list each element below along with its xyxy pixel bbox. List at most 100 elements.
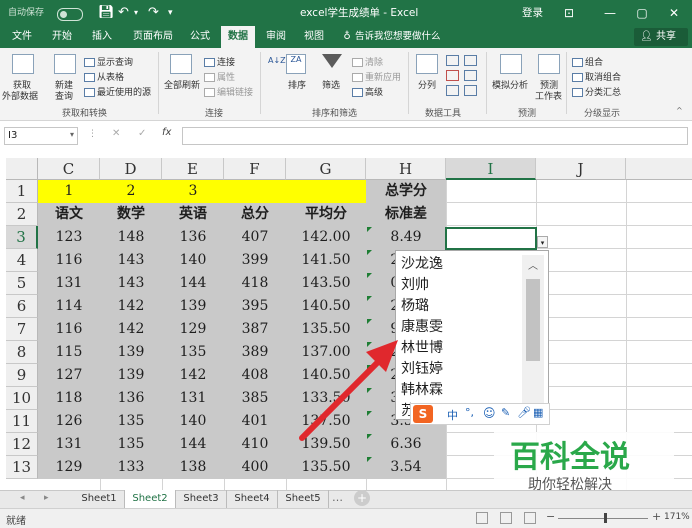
zoom-slider-thumb[interactable] bbox=[604, 513, 607, 523]
page-layout-view-icon[interactable] bbox=[500, 512, 512, 524]
login-link[interactable]: 登录 bbox=[522, 0, 543, 26]
minimize-button[interactable]: — bbox=[594, 0, 626, 26]
cell[interactable]: 400 bbox=[224, 456, 286, 479]
zoom-level[interactable]: 171% bbox=[664, 512, 690, 522]
column-header-c[interactable]: C bbox=[38, 158, 100, 180]
selected-cell-i3[interactable] bbox=[445, 227, 537, 250]
show-query-button[interactable]: 显示查询 bbox=[84, 55, 133, 68]
cell[interactable]: 389 bbox=[224, 341, 286, 364]
name-box[interactable]: I3 ▾ bbox=[4, 127, 78, 145]
cell[interactable]: 139 bbox=[100, 364, 162, 387]
formula-input[interactable] bbox=[182, 127, 688, 145]
cell[interactable]: 114 bbox=[38, 295, 100, 318]
emoji-icon[interactable]: ☺ bbox=[483, 406, 496, 420]
toolbox-icon[interactable]: ▦ bbox=[533, 406, 543, 419]
data-model-icon[interactable] bbox=[464, 85, 477, 96]
column-header-d[interactable]: D bbox=[100, 158, 162, 180]
row-header[interactable]: 4 bbox=[6, 249, 38, 272]
dropdown-item[interactable]: 杨璐 bbox=[401, 295, 429, 315]
pen-icon[interactable]: ✎ bbox=[501, 406, 510, 419]
error-indicator-icon[interactable] bbox=[367, 250, 372, 255]
properties-button[interactable]: 属性 bbox=[204, 70, 235, 83]
cell[interactable]: 407 bbox=[224, 226, 286, 249]
more-sheets-icon[interactable]: … bbox=[332, 491, 343, 504]
column-header-e[interactable]: E bbox=[162, 158, 224, 180]
cell[interactable]: 116 bbox=[38, 318, 100, 341]
recent-sources-button[interactable]: 最近使用的源 bbox=[84, 85, 151, 98]
cell[interactable]: 123 bbox=[38, 226, 100, 249]
sheet-tab-sheet5[interactable]: Sheet5 bbox=[278, 490, 329, 508]
cell[interactable]: 133 bbox=[100, 456, 162, 479]
cell[interactable]: 131 bbox=[38, 433, 100, 456]
ime-toolbar[interactable]: S 中 °, ☺ ✎ 🎤︎ ▦ bbox=[410, 403, 550, 425]
column-header-k[interactable] bbox=[626, 158, 692, 180]
cell[interactable]: 115 bbox=[38, 341, 100, 364]
row-header[interactable]: 7 bbox=[6, 318, 38, 341]
cell[interactable]: 数学 bbox=[100, 203, 162, 226]
tab-data[interactable]: 数据 bbox=[221, 26, 255, 48]
cell[interactable]: 144 bbox=[162, 433, 224, 456]
row-header[interactable]: 2 bbox=[6, 203, 38, 226]
sheet-tab-sheet1[interactable]: Sheet1 bbox=[74, 490, 125, 508]
cell[interactable]: 8.49 bbox=[366, 226, 446, 249]
punctuation-icon[interactable]: °, bbox=[465, 406, 474, 419]
error-indicator-icon[interactable] bbox=[367, 296, 372, 301]
insert-function-icon[interactable]: fx bbox=[162, 127, 171, 138]
cell[interactable]: 395 bbox=[224, 295, 286, 318]
select-all-corner[interactable] bbox=[6, 158, 38, 180]
zoom-in-button[interactable]: + bbox=[652, 510, 661, 523]
cell[interactable]: 136 bbox=[162, 226, 224, 249]
cell[interactable]: 144 bbox=[162, 272, 224, 295]
row-header[interactable]: 3 bbox=[6, 226, 38, 249]
cell[interactable]: 平均分 bbox=[286, 203, 366, 226]
cell[interactable]: 143 bbox=[100, 272, 162, 295]
cell[interactable]: 129 bbox=[38, 456, 100, 479]
cell[interactable]: 408 bbox=[224, 364, 286, 387]
row-header[interactable]: 13 bbox=[6, 456, 38, 479]
cell[interactable]: 140.50 bbox=[286, 295, 366, 318]
cell[interactable]: 3 bbox=[162, 180, 224, 203]
scroll-tabs-right-icon[interactable]: ▸ bbox=[44, 493, 49, 503]
connections-button[interactable]: 连接 bbox=[204, 55, 235, 68]
edit-links-button[interactable]: 编辑链接 bbox=[204, 85, 253, 98]
dropdown-item[interactable]: 刘帅 bbox=[401, 274, 429, 294]
cell[interactable]: 116 bbox=[38, 249, 100, 272]
forecast-sheet-label2[interactable]: 工作表 bbox=[535, 89, 562, 102]
row-header[interactable]: 12 bbox=[6, 433, 38, 456]
error-indicator-icon[interactable] bbox=[367, 457, 372, 462]
cell[interactable]: 118 bbox=[38, 387, 100, 410]
tab-home[interactable]: 开始 bbox=[44, 26, 80, 48]
column-header-g[interactable]: G bbox=[286, 158, 366, 180]
restore-button[interactable]: ▢ bbox=[626, 0, 658, 26]
what-if-analysis-button[interactable]: 模拟分析 bbox=[492, 78, 528, 91]
tab-review[interactable]: 审阅 bbox=[259, 26, 293, 48]
tab-view[interactable]: 视图 bbox=[297, 26, 331, 48]
tab-formulas[interactable]: 公式 bbox=[184, 26, 216, 48]
cell[interactable]: 399 bbox=[224, 249, 286, 272]
cancel-icon[interactable]: ✕ bbox=[112, 128, 120, 139]
text-to-columns-button[interactable]: 分列 bbox=[418, 78, 436, 91]
tell-me-search[interactable]: 告诉我您想要做什么 bbox=[355, 26, 445, 48]
microphone-icon[interactable]: 🎤︎ bbox=[517, 406, 531, 419]
cell[interactable]: 135 bbox=[162, 341, 224, 364]
cell[interactable] bbox=[224, 180, 286, 203]
ungroup-button[interactable]: 取消组合 bbox=[572, 70, 621, 83]
sort-az-icon[interactable]: A↓Z bbox=[268, 56, 286, 65]
customize-toolbar-icon[interactable]: ▾ bbox=[168, 0, 173, 26]
chinese-mode-icon[interactable]: 中 bbox=[447, 407, 458, 423]
cell[interactable]: 139 bbox=[162, 295, 224, 318]
page-break-view-icon[interactable] bbox=[524, 512, 536, 524]
cell[interactable]: 410 bbox=[224, 433, 286, 456]
column-header-j[interactable]: J bbox=[536, 158, 626, 180]
cell[interactable]: 142 bbox=[100, 318, 162, 341]
flash-fill-icon[interactable] bbox=[446, 55, 459, 66]
cell[interactable]: 148 bbox=[100, 226, 162, 249]
cell[interactable]: 3.54 bbox=[366, 456, 446, 479]
redo-icon[interactable]: ↷ bbox=[148, 0, 159, 26]
save-icon[interactable]: 💾︎ bbox=[98, 0, 115, 26]
cell[interactable]: 总学分 bbox=[366, 180, 446, 203]
share-button[interactable]: 👤︎ 共享 bbox=[634, 28, 688, 46]
advanced-button[interactable]: 高级 bbox=[352, 85, 383, 98]
sheet-tab-sheet3[interactable]: Sheet3 bbox=[176, 490, 227, 508]
validation-dropdown-list[interactable]: ︿ 沙龙逸 刘帅 杨璐 康惠雯 林世博 刘钰婷 韩林霖 苏 bbox=[395, 250, 549, 420]
